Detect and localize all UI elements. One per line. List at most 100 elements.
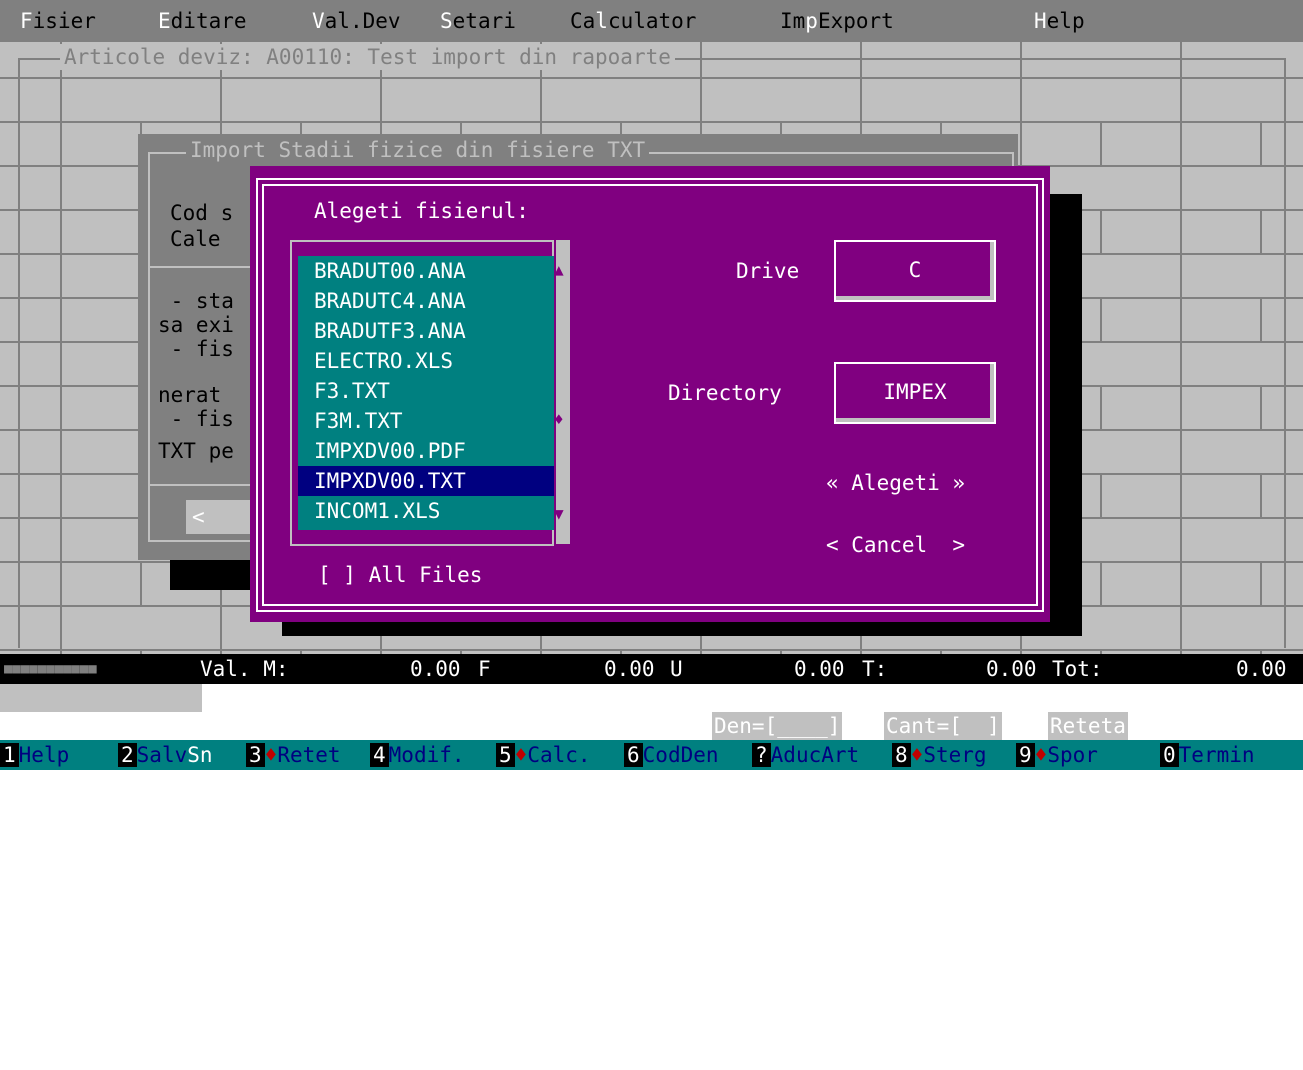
u-value: 0.00	[794, 657, 845, 681]
function-key-bar: 1 Help 2 SalvSn 3 ♦Retet 4 Modif. 5 ♦Calc. 6C…	[0, 740, 1303, 770]
fkey-label: Calc.	[527, 743, 591, 767]
file-item-selected[interactable]: IMPXDV00.TXT	[298, 466, 554, 496]
file-item[interactable]: F3.TXT	[298, 376, 554, 406]
fkey-label: AducArt	[770, 743, 860, 767]
menu-label: Ca	[570, 9, 596, 33]
drive-field[interactable]: C	[834, 240, 996, 302]
fkey-modif[interactable]: 4 Modif.	[370, 740, 465, 770]
fkey-number: 4	[370, 743, 389, 767]
menu-hotkey: p	[805, 9, 818, 33]
fkey-label: Modif.	[388, 743, 465, 767]
file-item[interactable]: BRADUT00.ANA	[298, 256, 554, 286]
menu-label: etari	[452, 9, 516, 33]
articles-window-title: Articole deviz: A00110: Test import din …	[60, 44, 675, 70]
import-line: sa exi	[158, 313, 234, 337]
u-label: U	[670, 657, 683, 681]
fkey-number: ?	[752, 743, 771, 767]
diamond-icon: ♦	[1034, 743, 1048, 767]
shadow-bottom	[282, 620, 1082, 636]
diamond-icon: ♦	[514, 743, 528, 767]
fkey-label: Sterg	[923, 743, 987, 767]
fkey-label: Spor	[1047, 743, 1098, 767]
fkey-retet[interactable]: 3 ♦Retet	[246, 740, 341, 770]
m-value: 0.00	[410, 657, 461, 681]
file-item[interactable]: BRADUTC4.ANA	[298, 286, 554, 316]
import-line: nerat	[158, 383, 222, 407]
file-item[interactable]: BRADUTF3.ANA	[298, 316, 554, 346]
directory-field[interactable]: IMPEX	[834, 362, 996, 424]
den-hint: Den=[____]	[712, 712, 843, 740]
fkey-number: 3	[246, 743, 265, 767]
choose-file-prompt: Alegeti fisierul:	[314, 199, 529, 223]
menu-hotkey: F	[20, 9, 33, 33]
fkey-calc[interactable]: 5 ♦Calc.	[496, 740, 591, 770]
menu-hotkey: S	[440, 9, 453, 33]
fkey-label: Help	[18, 743, 70, 767]
menu-hotkey: E	[158, 9, 171, 33]
fkey-extra: Sn	[187, 743, 213, 767]
val-label: Val. M:	[200, 657, 289, 681]
file-item[interactable]: INCOM1.XLS	[298, 496, 554, 530]
file-list[interactable]: BRADUT00.ANA BRADUTC4.ANA BRADUTF3.ANA E…	[298, 256, 554, 530]
menu-setari[interactable]: Setari	[440, 8, 516, 34]
import-dialog-title: Import Stadii fizice din fisiere TXT	[186, 136, 650, 164]
file-item[interactable]: ELECTRO.XLS	[298, 346, 554, 376]
file-list-scrollbar[interactable]: ▲ ♦ ▼	[554, 240, 570, 544]
menu-hotkey: l	[595, 9, 608, 33]
import-line: TXT pe	[158, 439, 234, 463]
menu-label: Export	[817, 9, 894, 33]
import-line: Cod s	[170, 201, 234, 225]
menu-fisier[interactable]: Fisier	[20, 8, 96, 34]
totals-status-bar: Val. M: 0.00 F 0.00 U 0.00 T: 0.00 Tot: …	[0, 654, 1303, 684]
menu-label: elp	[1046, 9, 1085, 33]
fkey-help[interactable]: 1 Help	[0, 740, 69, 770]
fkey-termin[interactable]: 0 Termin	[1160, 740, 1255, 770]
tot-value: 0.00	[1236, 657, 1287, 681]
import-line: - fis	[158, 337, 234, 361]
directory-label: Directory	[668, 381, 782, 405]
all-files-checkbox[interactable]: [ ] All Files	[318, 560, 482, 590]
scroll-up-icon[interactable]: ▲	[554, 262, 564, 278]
cant-hint: Cant=[ ]	[884, 712, 1002, 740]
menu-editare[interactable]: Editare	[158, 8, 247, 34]
fkey-sterg[interactable]: 8 ♦Sterg	[892, 740, 987, 770]
hint-bar: Den=[____] Cant=[ ] Reteta	[0, 712, 1303, 740]
diamond-icon: ♦	[910, 743, 924, 767]
cancel-button[interactable]: < Cancel >	[826, 530, 965, 560]
menu-bar: Fisier Editare Val.Dev Setari Calculator…	[0, 0, 1303, 42]
fkey-number: 1	[0, 743, 19, 767]
import-line: - sta	[158, 289, 234, 313]
menu-help[interactable]: Help	[1034, 8, 1085, 34]
shadow-right	[1050, 194, 1082, 632]
fkey-salv[interactable]: 2 SalvSn	[118, 740, 213, 770]
menu-label: culator	[607, 9, 697, 33]
fkey-codden[interactable]: 6 CodDen	[624, 740, 719, 770]
fkey-number: 5	[496, 743, 515, 767]
import-line: Cale	[170, 227, 221, 251]
menu-hotkey: V	[312, 9, 325, 33]
menu-val-dev[interactable]: Val.Dev	[312, 8, 401, 34]
file-item[interactable]: IMPXDV00.PDF	[298, 436, 554, 466]
fkey-number: 8	[892, 743, 911, 767]
menu-label: al.Dev	[324, 9, 401, 33]
import-line: - fis	[158, 407, 234, 431]
file-item[interactable]: F3M.TXT	[298, 406, 554, 436]
fkey-spor[interactable]: 9 ♦Spor	[1016, 740, 1098, 770]
fkey-aducart[interactable]: ? AducArt	[752, 740, 859, 770]
menu-calculator[interactable]: Calculator	[570, 8, 696, 34]
fkey-label: CodDen	[642, 743, 719, 767]
menu-hotkey: H	[1034, 9, 1047, 33]
fkey-label: Retet	[277, 743, 341, 767]
diamond-icon: ♦	[264, 743, 278, 767]
scroll-thumb-icon[interactable]: ♦	[554, 412, 564, 428]
progress-indicator: ■■■■■■■■■■■	[4, 661, 97, 677]
t-label: T:	[862, 657, 888, 681]
menu-label: isier	[32, 9, 96, 33]
scroll-down-icon[interactable]: ▼	[554, 506, 564, 522]
fkey-label: Termin	[1178, 743, 1255, 767]
menu-label: ditare	[170, 9, 247, 33]
input-strip	[0, 684, 202, 712]
menu-impexport[interactable]: ImpExport	[780, 8, 894, 34]
tot-label: Tot:	[1052, 657, 1103, 681]
choose-button[interactable]: « Alegeti »	[826, 468, 965, 498]
